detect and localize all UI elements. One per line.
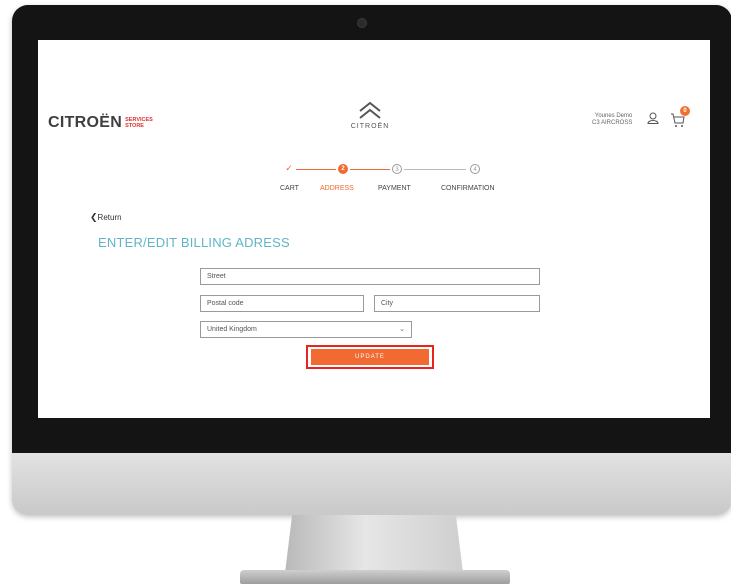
return-label: Return [97, 213, 122, 222]
postal-code-placeholder: Postal code [207, 300, 244, 307]
return-link[interactable]: ❮Return [90, 212, 122, 223]
monitor-chin [12, 453, 731, 515]
center-logo-text: CITROËN [350, 123, 390, 130]
user-icon[interactable] [647, 112, 659, 124]
step-cart-label[interactable]: CART [280, 185, 299, 192]
center-logo[interactable]: CITROËN [340, 100, 400, 130]
step-cart-check-icon: ✓ [285, 163, 293, 173]
monitor-stand-base [240, 570, 510, 584]
user-info[interactable]: Younes Demo C3 AIRCROSS [592, 113, 632, 127]
user-name: Younes Demo [594, 113, 633, 119]
checkout-stepper: ✓ 2 3 4 CART ADDRESS PAYMENT CONFIRMATIO… [256, 163, 516, 197]
step-confirmation-label: CONFIRMATION [441, 185, 495, 192]
step-address-label: ADDRESS [320, 185, 354, 192]
user-car: C3 AIRCROSS [592, 120, 633, 126]
step-address-number: 2 [338, 164, 348, 174]
step-connector [350, 169, 390, 170]
monitor-stand [285, 515, 463, 573]
screen: CITROËN SERVICES STORE CITROËN Younes De… [38, 40, 710, 418]
step-connector [404, 169, 466, 170]
step-payment-number: 3 [392, 164, 402, 174]
street-input[interactable]: Street [200, 268, 540, 285]
country-select[interactable]: United Kingdom ⌄ [200, 321, 412, 338]
chevron-down-icon: ⌄ [399, 326, 405, 333]
chevron-left-icon: ❮ [90, 212, 98, 222]
postal-code-input[interactable]: Postal code [200, 295, 364, 312]
brand-store-text: STORE [125, 123, 144, 129]
step-payment-label: PAYMENT [378, 185, 411, 192]
camera-icon [357, 18, 367, 28]
country-value: United Kingdom [207, 326, 257, 333]
chevrons-logo-icon [359, 101, 381, 119]
cart-count-badge: 0 [680, 106, 690, 116]
city-placeholder: City [381, 300, 394, 307]
step-confirmation-number: 4 [470, 164, 480, 174]
update-button[interactable]: UPDATE [311, 349, 429, 365]
step-connector [296, 169, 336, 170]
brand-services-store: SERVICES STORE [125, 117, 153, 129]
city-input[interactable]: City [374, 295, 540, 312]
form-title: ENTER/EDIT BILLING ADRESS [98, 235, 290, 250]
cart-button[interactable]: 0 [670, 106, 692, 128]
street-placeholder: Street [207, 273, 226, 280]
brand-name: CITROËN [48, 114, 123, 131]
brand-logo[interactable]: CITROËN SERVICES STORE [48, 114, 153, 132]
